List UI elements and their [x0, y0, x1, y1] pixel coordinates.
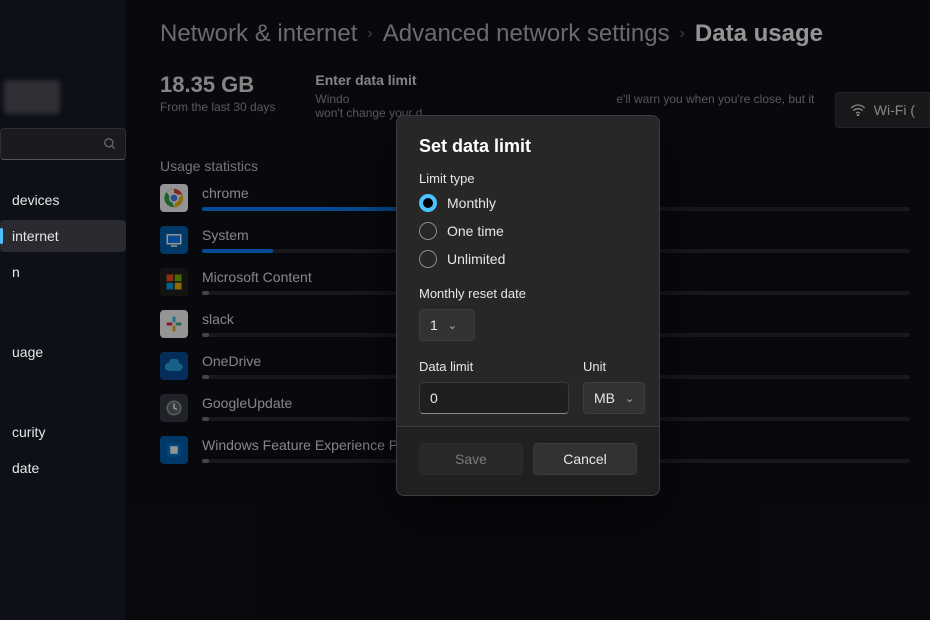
reset-date-dropdown[interactable]: 1 ⌄ [419, 309, 475, 341]
unit-label: Unit [583, 359, 645, 374]
account-avatar [4, 80, 60, 114]
radio-unlimited-label: Unlimited [447, 251, 505, 267]
limit-type-group: Monthly One time Unlimited [419, 194, 637, 268]
radio-unlimited[interactable]: Unlimited [419, 250, 637, 268]
save-button[interactable]: Save [419, 443, 523, 475]
reset-date-label: Monthly reset date [419, 286, 637, 301]
sidebar-item-security[interactable]: curity [0, 416, 126, 448]
limit-type-label: Limit type [419, 171, 637, 186]
radio-dot-icon [419, 222, 437, 240]
dialog-title: Set data limit [419, 136, 637, 157]
reset-date-value: 1 [430, 317, 438, 333]
radio-onetime-label: One time [447, 223, 504, 239]
radio-monthly-label: Monthly [447, 195, 496, 211]
radio-monthly[interactable]: Monthly [419, 194, 637, 212]
sidebar-item-personalization[interactable]: n [0, 256, 126, 288]
radio-dot-icon [419, 250, 437, 268]
radio-onetime[interactable]: One time [419, 222, 637, 240]
modal-overlay: Set data limit Limit type Monthly One ti… [126, 0, 930, 620]
unit-value: MB [594, 390, 615, 406]
sidebar-item-language[interactable]: uage [0, 336, 126, 368]
search-icon [103, 137, 117, 151]
search-input-wrap[interactable] [0, 128, 126, 160]
sidebar-item-devices[interactable]: devices [0, 184, 126, 216]
radio-dot-icon [419, 194, 437, 212]
data-limit-label: Data limit [419, 359, 569, 374]
unit-dropdown[interactable]: MB ⌄ [583, 382, 645, 414]
cancel-button[interactable]: Cancel [533, 443, 637, 475]
set-data-limit-dialog: Set data limit Limit type Monthly One ti… [396, 115, 660, 496]
sidebar-item-update[interactable]: date [0, 452, 126, 484]
chevron-down-icon: ⌄ [448, 319, 457, 332]
data-limit-input[interactable] [419, 382, 569, 414]
sidebar-item-internet[interactable]: internet [0, 220, 126, 252]
chevron-down-icon: ⌄ [625, 392, 634, 405]
